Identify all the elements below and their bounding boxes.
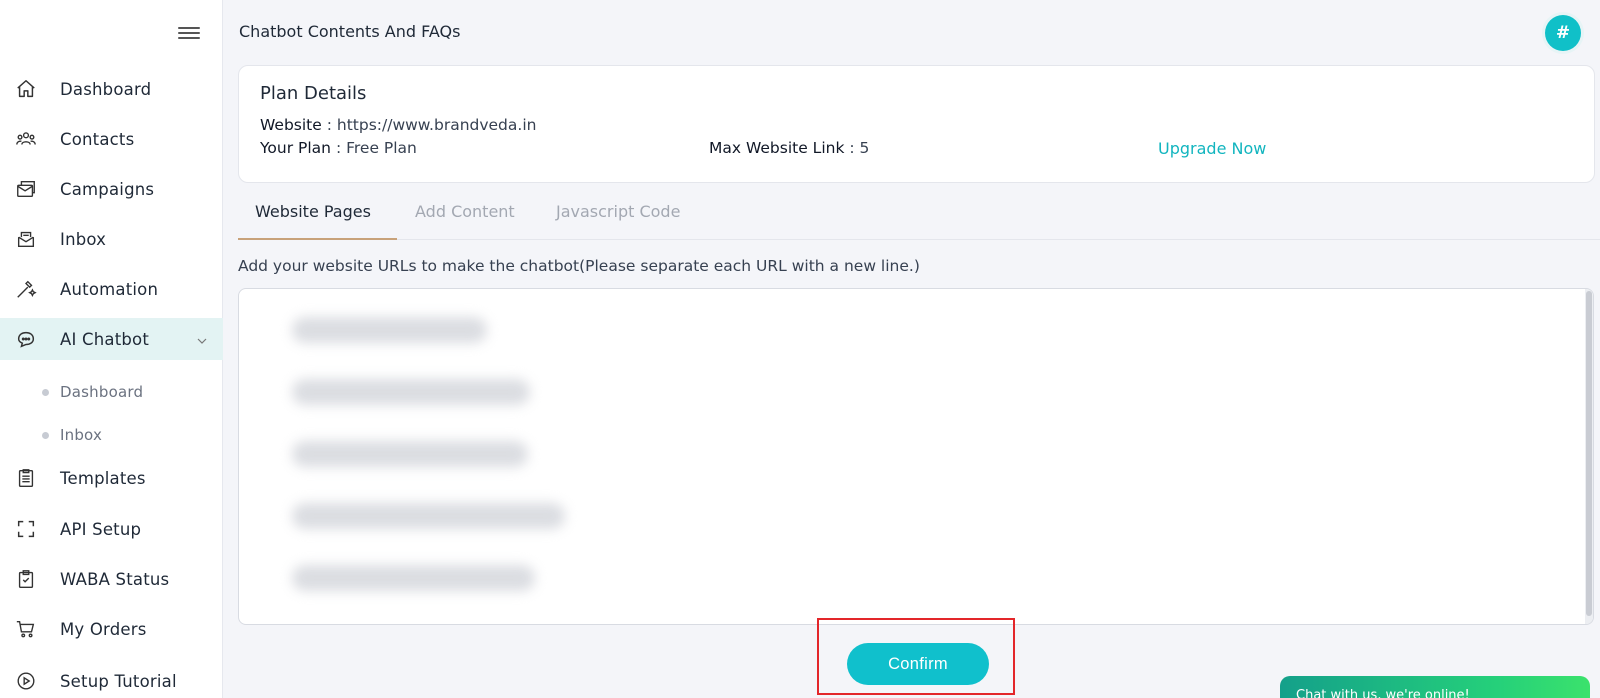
automation-icon (15, 278, 37, 300)
sidebar-item-my-orders[interactable]: My Orders (0, 608, 223, 650)
website-value: : https://www.brandveda.in (326, 116, 537, 134)
chatbot-icon (15, 328, 37, 350)
sidebar-item-templates[interactable]: Templates (0, 457, 223, 499)
chevron-down-icon (196, 332, 208, 344)
sidebar-item-setup-tutorial[interactable]: Setup Tutorial (0, 660, 223, 698)
menu-toggle-icon[interactable] (178, 24, 200, 42)
plan-label: Your Plan (260, 139, 331, 157)
plan-details-card: Plan Details Website : https://www.brand… (238, 65, 1595, 183)
sidebar-item-label: Templates (60, 468, 146, 488)
max-link-value: : 5 (849, 139, 870, 157)
sidebar-item-api-setup[interactable]: API Setup (0, 508, 223, 550)
sidebar-item-label: AI Chatbot (60, 329, 149, 349)
top-header: Chatbot Contents And FAQs # (223, 0, 1600, 65)
sidebar-item-label: WABA Status (60, 569, 170, 589)
sidebar-item-waba-status[interactable]: WABA Status (0, 558, 223, 600)
sidebar-item-dashboard[interactable]: Dashboard (0, 68, 223, 110)
sidebar-item-label: Dashboard (60, 79, 152, 99)
sidebar: Dashboard Contacts Campaigns Inbox Autom… (0, 0, 223, 698)
templates-icon (15, 467, 37, 489)
website-label: Website (260, 116, 322, 134)
sidebar-item-campaigns[interactable]: Campaigns (0, 168, 223, 210)
plan-value: : Free Plan (335, 139, 417, 157)
blurred-url-line (292, 565, 535, 591)
blurred-url-line (292, 317, 487, 343)
tab-javascript-code[interactable]: Javascript Code (556, 202, 680, 221)
avatar[interactable]: # (1545, 15, 1581, 51)
sidebar-item-contacts[interactable]: Contacts (0, 118, 223, 160)
sidebar-subitem-label: Dashboard (60, 383, 144, 401)
sidebar-item-label: Setup Tutorial (60, 671, 177, 691)
tab-add-content[interactable]: Add Content (415, 202, 515, 221)
bullet-dot (42, 388, 49, 396)
plan-title: Plan Details (260, 83, 367, 104)
page-title: Chatbot Contents And FAQs (239, 22, 461, 41)
sidebar-item-label: My Orders (60, 619, 147, 639)
sidebar-item-label: Contacts (60, 129, 135, 149)
sidebar-item-automation[interactable]: Automation (0, 268, 223, 310)
content-tabs: Website Pages Add Content Javascript Cod… (238, 190, 1600, 240)
sidebar-item-label: Campaigns (60, 179, 155, 199)
website-urls-textarea[interactable] (238, 288, 1594, 625)
sidebar-subitem-label: Inbox (60, 426, 103, 444)
waba-icon (15, 568, 37, 590)
blurred-url-line (292, 503, 565, 529)
max-link-label: Max Website Link (709, 139, 845, 157)
scrollbar-thumb[interactable] (1586, 291, 1592, 616)
cart-icon (15, 618, 37, 640)
chat-widget[interactable]: Chat with us, we're online! (1280, 676, 1590, 698)
sidebar-item-label: Inbox (60, 229, 107, 249)
contacts-icon (15, 128, 37, 150)
upgrade-now-link[interactable]: Upgrade Now (1158, 139, 1266, 158)
blurred-url-line (292, 379, 530, 405)
instruction-text: Add your website URLs to make the chatbo… (238, 257, 920, 275)
home-icon (15, 78, 37, 100)
api-icon (15, 518, 37, 540)
active-tab-indicator (238, 238, 397, 240)
sidebar-item-ai-chatbot[interactable]: AI Chatbot (0, 318, 223, 360)
tab-website-pages[interactable]: Website Pages (255, 202, 371, 221)
blurred-url-line (292, 441, 528, 467)
website-row: Website : https://www.brandveda.in (260, 116, 536, 134)
bullet-dot (42, 431, 49, 439)
sidebar-item-inbox[interactable]: Inbox (0, 218, 223, 260)
textarea-scrollbar[interactable] (1585, 289, 1593, 624)
sidebar-item-label: Automation (60, 279, 159, 299)
sidebar-subitem-inbox[interactable]: Inbox (0, 420, 223, 450)
sidebar-item-label: API Setup (60, 519, 142, 539)
sidebar-subitem-dashboard[interactable]: Dashboard (0, 377, 223, 407)
plan-row: Your Plan : Free Plan (260, 139, 417, 157)
play-icon (15, 670, 37, 692)
inbox-icon (15, 228, 37, 250)
campaigns-icon (15, 178, 37, 200)
max-link-row: Max Website Link : 5 (709, 139, 869, 157)
confirm-button[interactable]: Confirm (847, 643, 989, 685)
